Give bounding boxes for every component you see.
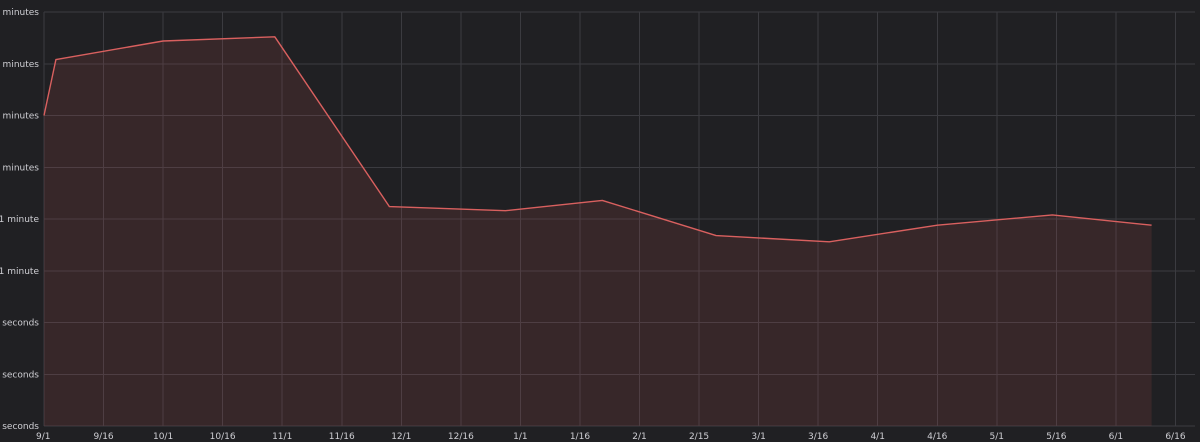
- data-point: [601, 199, 604, 202]
- x-tick-label: 6/1: [1109, 432, 1123, 442]
- y-tick-label: 50 seconds: [0, 319, 39, 329]
- x-axis: 9/1 9/16 10/1 10/16 11/1 11/16 12/1 12/16 1/1 1/1…: [36, 432, 1186, 442]
- x-tick-label: 5/16: [1046, 432, 1066, 442]
- data-point: [828, 240, 831, 243]
- x-tick-label: 2/1: [632, 432, 646, 442]
- x-tick-label: 5/1: [990, 432, 1004, 442]
- chart: 0 seconds 25 seconds 50 seconds 1 minute 1 m…: [0, 8, 1195, 442]
- y-tick-label: 3 minutes: [0, 8, 39, 18]
- data-point: [388, 205, 391, 208]
- data-point: [273, 35, 276, 38]
- x-tick-label: 2/15: [689, 432, 709, 442]
- y-tick-label: 2 minutes: [0, 60, 39, 70]
- x-tick-label: 9/1: [36, 432, 50, 442]
- y-tick-label: 2 minutes: [0, 163, 39, 173]
- y-tick-label: 1 minute: [0, 267, 39, 277]
- series-area: [44, 36, 1152, 427]
- data-point: [1150, 224, 1153, 227]
- x-tick-label: 9/16: [93, 432, 113, 442]
- data-point: [715, 234, 718, 237]
- y-tick-label: 0 seconds: [0, 422, 39, 432]
- x-tick-label: 12/16: [448, 432, 474, 442]
- x-tick-label: 1/1: [513, 432, 527, 442]
- data-point: [54, 58, 57, 61]
- data-point: [1051, 213, 1054, 216]
- y-tick-label: 1 minute: [0, 215, 39, 225]
- x-tick-label: 12/1: [391, 432, 411, 442]
- x-tick-label: 3/1: [751, 432, 765, 442]
- data-point: [936, 224, 939, 227]
- data-point: [504, 209, 507, 212]
- x-tick-label: 4/1: [870, 432, 884, 442]
- series-group: [43, 35, 1153, 427]
- x-tick-label: 10/1: [153, 432, 173, 442]
- x-tick-label: 1/16: [570, 432, 590, 442]
- x-tick-label: 11/1: [272, 432, 292, 442]
- x-tick-label: 11/16: [329, 432, 355, 442]
- x-tick-label: 4/16: [927, 432, 947, 442]
- y-axis: 0 seconds 25 seconds 50 seconds 1 minute 1 m…: [0, 8, 39, 432]
- x-tick-label: 3/16: [808, 432, 828, 442]
- y-tick-label: 25 seconds: [0, 370, 39, 380]
- x-tick-label: 6/16: [1165, 432, 1185, 442]
- y-tick-label: 2 minutes: [0, 112, 39, 122]
- x-tick-label: 10/16: [210, 432, 236, 442]
- data-point: [43, 114, 46, 117]
- data-point: [162, 39, 165, 42]
